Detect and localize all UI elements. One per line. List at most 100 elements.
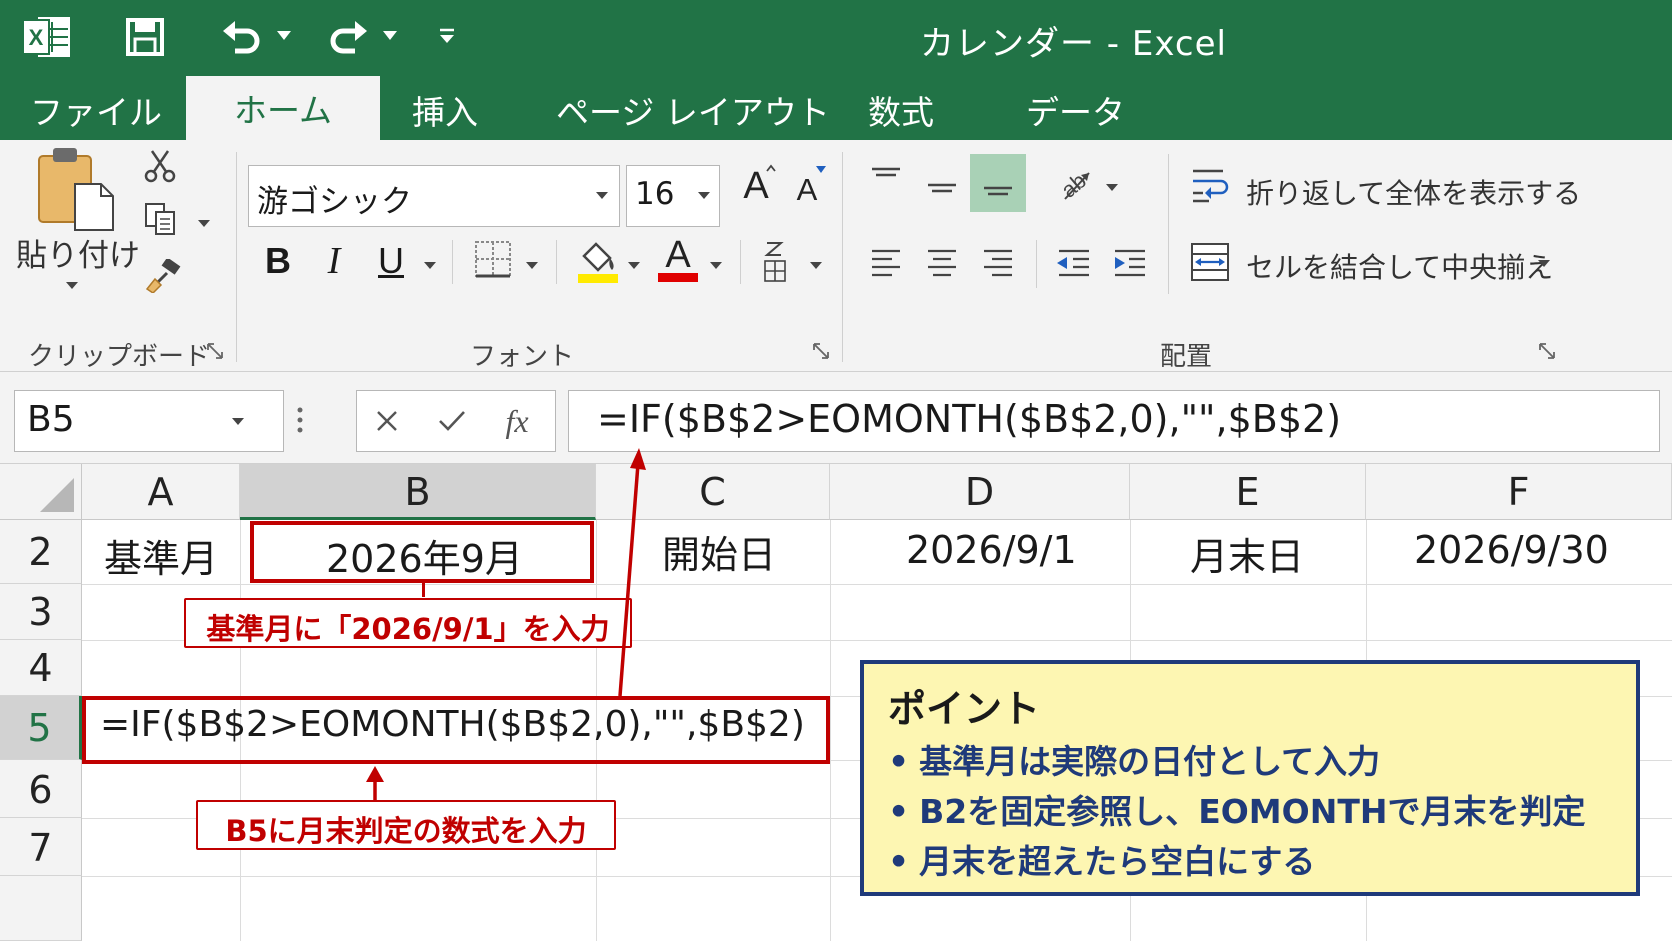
phonetic-guide-icon[interactable] bbox=[760, 238, 790, 284]
row-header-3[interactable]: 3 bbox=[0, 584, 82, 640]
point-item-text: 基準月は実際の日付として入力 bbox=[919, 742, 1381, 781]
phonetic-dropdown-icon[interactable] bbox=[810, 262, 822, 269]
borders-icon[interactable] bbox=[472, 238, 514, 280]
customize-toolbar-icon[interactable] bbox=[436, 24, 458, 48]
column-header-b[interactable]: B bbox=[240, 464, 596, 520]
font-launcher-icon[interactable] bbox=[812, 342, 830, 360]
align-middle-icon[interactable] bbox=[922, 170, 962, 206]
align-right-icon[interactable] bbox=[978, 244, 1018, 284]
name-box-dropdown-icon[interactable] bbox=[232, 418, 244, 425]
align-bottom-icon[interactable] bbox=[970, 154, 1026, 212]
cancel-icon[interactable] bbox=[371, 405, 403, 437]
callout-b2: 基準月に「2026/9/1」を入力 bbox=[184, 598, 632, 648]
redo-dropdown-icon[interactable] bbox=[382, 28, 398, 44]
grid-line bbox=[830, 520, 831, 941]
orientation-icon[interactable]: ab bbox=[1054, 162, 1098, 206]
point-item: • 基準月は実際の日付として入力 bbox=[888, 742, 1381, 781]
copy-icon[interactable] bbox=[142, 200, 180, 238]
tab-insert[interactable]: 挿入 bbox=[412, 86, 478, 134]
select-all-button[interactable] bbox=[0, 464, 82, 520]
merge-center-icon[interactable] bbox=[1188, 240, 1232, 284]
wrap-text-button[interactable]: 折り返して全体を表示する bbox=[1246, 172, 1581, 212]
undo-icon[interactable] bbox=[220, 16, 264, 58]
column-header-e[interactable]: E bbox=[1130, 464, 1366, 520]
font-name-select[interactable]: 游ゴシック bbox=[248, 165, 620, 227]
column-header-d[interactable]: D bbox=[830, 464, 1130, 520]
undo-dropdown-icon[interactable] bbox=[276, 28, 292, 44]
column-header-a[interactable]: A bbox=[82, 464, 240, 520]
cell-e2[interactable]: 月末日 bbox=[1190, 526, 1304, 581]
underline-icon: U bbox=[378, 240, 404, 281]
merge-center-button[interactable]: セルを結合して中央揃え bbox=[1246, 246, 1553, 286]
underline-button[interactable]: U bbox=[372, 238, 410, 284]
clipboard-launcher-icon[interactable] bbox=[206, 342, 224, 360]
grow-font-icon: A bbox=[743, 164, 769, 207]
orientation-dropdown-icon[interactable] bbox=[1106, 184, 1118, 191]
save-icon[interactable] bbox=[124, 16, 166, 58]
cell-d2[interactable]: 2026/9/1 bbox=[906, 528, 1077, 572]
ribbon-separator bbox=[1168, 154, 1169, 294]
copy-dropdown-icon[interactable] bbox=[198, 220, 210, 227]
align-top-icon[interactable] bbox=[866, 162, 906, 198]
font-color-dropdown-icon[interactable] bbox=[710, 262, 722, 269]
highlight-box-b5 bbox=[82, 696, 830, 764]
enter-check-icon[interactable] bbox=[435, 405, 469, 437]
format-painter-icon[interactable] bbox=[144, 258, 184, 294]
increase-indent-icon[interactable] bbox=[1110, 244, 1150, 284]
font-name-value: 游ゴシック bbox=[257, 184, 412, 220]
row-header-2[interactable]: 2 bbox=[0, 520, 82, 584]
paste-button[interactable]: 貼り付け bbox=[16, 230, 140, 275]
font-size-dropdown-icon[interactable] bbox=[698, 192, 710, 199]
callout-connector bbox=[422, 583, 425, 597]
point-item-text: B2を固定参照し、EOMONTHで月末を判定 bbox=[919, 792, 1586, 831]
redo-icon[interactable] bbox=[326, 16, 370, 58]
formula-input[interactable]: =IF($B$2>EOMONTH($B$2,0),"",$B$2) bbox=[568, 390, 1660, 452]
shrink-font-button[interactable]: A bbox=[790, 166, 826, 212]
font-size-value: 16 bbox=[635, 176, 675, 212]
align-center-icon[interactable] bbox=[922, 244, 962, 284]
tab-home[interactable]: ホーム bbox=[186, 76, 381, 140]
tab-page-layout[interactable]: ページ レイアウト bbox=[556, 86, 830, 134]
svg-text:X: X bbox=[29, 25, 44, 50]
column-header-f[interactable]: F bbox=[1366, 464, 1672, 520]
clipboard-group-label: クリップボード bbox=[28, 342, 211, 372]
decrease-indent-icon[interactable] bbox=[1054, 244, 1094, 284]
point-item-text: 月末を超えたら空白にする bbox=[919, 842, 1316, 881]
underline-dropdown-icon[interactable] bbox=[424, 262, 436, 269]
point-title: ポイント bbox=[888, 687, 1041, 731]
alignment-launcher-icon[interactable] bbox=[1538, 342, 1556, 360]
merge-center-dropdown-icon[interactable] bbox=[1538, 260, 1550, 267]
grow-font-button[interactable]: A bbox=[736, 162, 776, 210]
italic-button[interactable]: I bbox=[316, 238, 352, 284]
formula-text: =IF($B$2>EOMONTH($B$2,0),"",$B$2) bbox=[597, 397, 1342, 441]
fill-color-icon[interactable] bbox=[576, 236, 620, 284]
row-header-5[interactable]: 5 bbox=[0, 696, 82, 760]
font-color-icon: A bbox=[665, 234, 691, 276]
row-header-4[interactable]: 4 bbox=[0, 640, 82, 696]
row-header-7[interactable]: 7 bbox=[0, 818, 82, 876]
paste-dropdown-icon[interactable] bbox=[66, 282, 78, 289]
font-name-dropdown-icon[interactable] bbox=[596, 192, 608, 199]
cut-icon[interactable] bbox=[142, 148, 178, 184]
cell-a2[interactable]: 基準月 bbox=[104, 528, 218, 583]
tab-file[interactable]: ファイル bbox=[30, 86, 162, 134]
row-header-8[interactable] bbox=[0, 876, 82, 941]
fill-color-dropdown-icon[interactable] bbox=[628, 262, 640, 269]
tab-formulas[interactable]: 数式 bbox=[868, 86, 934, 134]
tab-data[interactable]: データ bbox=[1026, 86, 1125, 134]
bold-button[interactable]: B bbox=[260, 238, 296, 284]
paste-icon[interactable] bbox=[34, 144, 116, 234]
highlight-box-b2 bbox=[250, 521, 594, 583]
row-header-6[interactable]: 6 bbox=[0, 760, 82, 818]
ribbon-separator bbox=[740, 240, 741, 284]
cell-f2[interactable]: 2026/9/30 bbox=[1414, 528, 1609, 572]
align-left-icon[interactable] bbox=[866, 244, 906, 284]
point-item: • B2を固定参照し、EOMONTHで月末を判定 bbox=[888, 792, 1586, 831]
font-color-button[interactable]: A bbox=[656, 234, 700, 284]
cell-c2[interactable]: 開始日 bbox=[662, 524, 776, 579]
insert-function-icon[interactable]: fx bbox=[495, 399, 539, 443]
wrap-text-icon[interactable] bbox=[1188, 164, 1232, 206]
borders-dropdown-icon[interactable] bbox=[526, 262, 538, 269]
formula-bar-grip-icon[interactable] bbox=[292, 402, 308, 438]
point-item: • 月末を超えたら空白にする bbox=[888, 842, 1316, 881]
